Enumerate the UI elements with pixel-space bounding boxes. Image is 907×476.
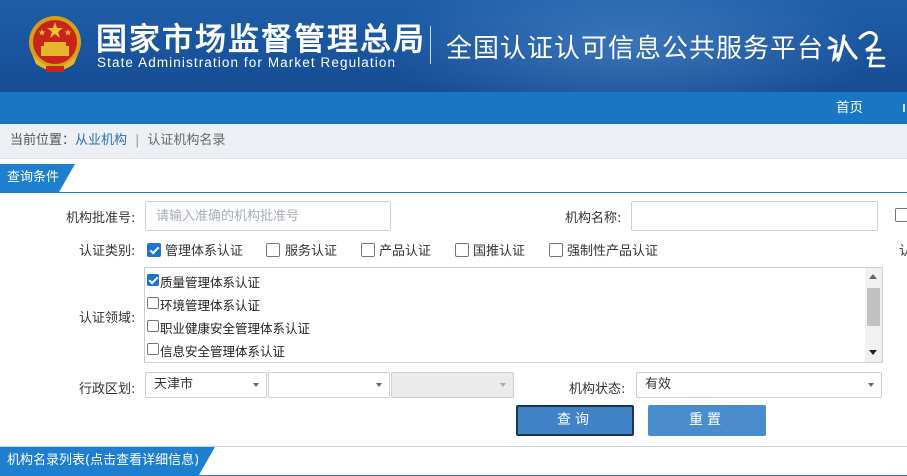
cert-type-label: 认证类别:	[79, 244, 136, 259]
cert-type-checkbox-management[interactable]	[147, 243, 161, 257]
status-value: 有效	[645, 377, 672, 392]
org-name-input[interactable]	[631, 201, 878, 231]
breadcrumb-prefix: 当前位置：	[10, 133, 76, 148]
query-section-header: 查询条件	[0, 164, 907, 193]
edge-label-cutoff: 认	[899, 244, 907, 259]
domain-label-environment: 环境管理体系认证	[160, 298, 261, 313]
scroll-down-arrow-icon[interactable]	[869, 350, 877, 355]
scroll-up-arrow-icon[interactable]	[869, 274, 877, 279]
cert-type-checkbox-national[interactable]	[455, 243, 469, 257]
region-district-select[interactable]	[391, 372, 514, 398]
org-name-label: 机构名称:	[565, 211, 622, 226]
domain-label-ohs: 职业健康安全管理体系认证	[160, 321, 311, 336]
status-label: 机构状态:	[569, 382, 626, 397]
cert-type-checkbox-ccc[interactable]	[549, 243, 563, 257]
domain-checkbox-environment[interactable]	[147, 297, 159, 309]
region-city-select[interactable]	[268, 372, 390, 398]
status-select[interactable]: 有效	[636, 372, 882, 398]
cert-type-label-ccc: 强制性产品认证	[567, 244, 659, 259]
region-label: 行政区划:	[79, 382, 136, 397]
query-button[interactable]: 查询	[516, 405, 634, 436]
cert-type-checkbox-product[interactable]	[361, 243, 375, 257]
header-banner: 国家市场监督管理总局 State Administration for Mark…	[0, 0, 907, 92]
renzheng-cloud-logo	[827, 31, 886, 68]
site-title-en: State Administration for Market Regulati…	[97, 55, 397, 70]
chevron-down-icon	[868, 383, 874, 387]
nav-home-link[interactable]: 首页	[836, 92, 863, 124]
domain-checkbox-ohs[interactable]	[147, 320, 159, 332]
cert-type-label-service: 服务认证	[285, 244, 338, 259]
top-nav: 首页	[0, 92, 907, 124]
site-title-cn: 国家市场监督管理总局	[96, 22, 426, 58]
approval-no-label: 机构批准号:	[66, 211, 136, 226]
domain-label: 认证领域:	[79, 311, 136, 326]
domain-label-quality: 质量管理体系认证	[160, 275, 261, 290]
domain-label-infosec: 信息安全管理体系认证	[160, 344, 286, 359]
domain-checkbox-quality[interactable]	[147, 274, 159, 286]
cert-type-label-product: 产品认证	[379, 244, 432, 259]
region-province-select[interactable]: 天津市	[145, 372, 267, 398]
breadcrumb-separator: |	[135, 133, 140, 148]
reset-button[interactable]: 重置	[648, 405, 766, 436]
breadcrumb: 当前位置：从业机构 | 认证机构名录	[0, 124, 907, 159]
breadcrumb-current: 认证机构名录	[147, 133, 226, 148]
chevron-down-icon	[500, 383, 506, 387]
chevron-down-icon	[376, 383, 382, 387]
query-section-title: 查询条件	[0, 164, 76, 192]
nav-next-item-cutoff[interactable]	[901, 92, 907, 124]
domain-listbox-scrollbar[interactable]	[865, 268, 882, 362]
header-divider	[430, 26, 431, 64]
breadcrumb-link-practitioners[interactable]: 从业机构	[75, 133, 127, 148]
approval-no-input[interactable]	[145, 201, 391, 231]
platform-subtitle: 全国认证认可信息公共服务平台	[446, 34, 825, 64]
domain-listbox[interactable]: 质量管理体系认证 环境管理体系认证 职业健康安全管理体系认证 信息安全管理体系认…	[144, 267, 883, 363]
list-section-title: 机构名录列表(点击查看详细信息)	[0, 447, 216, 475]
national-emblem-icon	[29, 16, 81, 72]
cert-type-label-management: 管理体系认证	[165, 244, 244, 259]
chevron-down-icon	[253, 383, 259, 387]
domain-checkbox-infosec[interactable]	[147, 343, 159, 355]
region-province-value: 天津市	[154, 377, 194, 392]
edge-checkbox-cutoff[interactable]	[895, 208, 907, 222]
list-section-header: 机构名录列表(点击查看详细信息)	[0, 446, 907, 476]
cert-type-label-national: 国推认证	[473, 244, 526, 259]
scroll-thumb[interactable]	[867, 288, 880, 326]
cert-type-checkbox-service[interactable]	[266, 243, 280, 257]
